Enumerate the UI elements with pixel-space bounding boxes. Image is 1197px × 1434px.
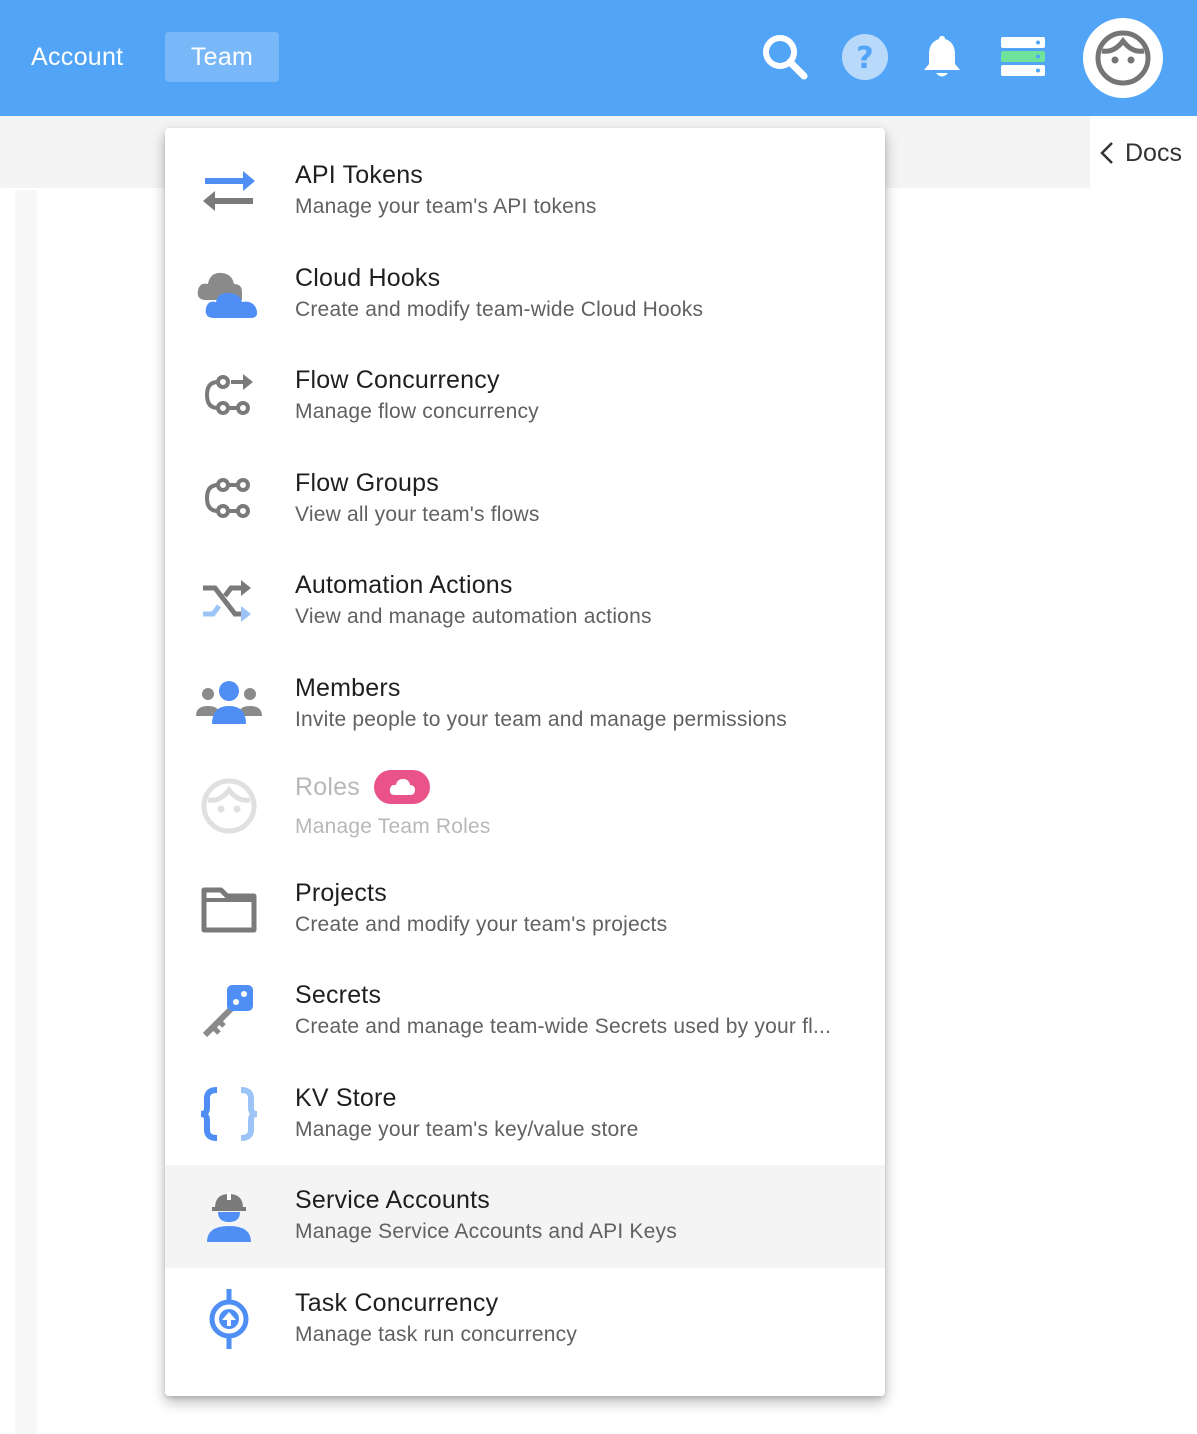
menu-item-subtitle: Manage your team's API tokens (295, 195, 597, 219)
menu-item-subtitle: Manage Team Roles (295, 815, 491, 839)
menu-item-title: Roles (295, 773, 360, 802)
nav-team-link[interactable]: Team (165, 32, 279, 82)
menu-item-subtitle: Manage flow concurrency (295, 400, 539, 424)
menu-item-automation-actions[interactable]: Automation Actions View and manage autom… (165, 550, 885, 653)
menu-item-title: Secrets (295, 981, 382, 1010)
menu-item-subtitle: Manage your team's key/value store (295, 1117, 639, 1141)
folder-icon (189, 874, 269, 944)
menu-item-roles: Roles Manage Team Roles (165, 755, 885, 858)
shuffle-icon (189, 566, 269, 636)
menu-item-subtitle: Manage task run concurrency (295, 1322, 578, 1346)
key-icon (189, 976, 269, 1046)
braces-icon (189, 1079, 269, 1149)
avatar[interactable] (1083, 18, 1163, 98)
cloud-badge (373, 770, 430, 805)
chevron-left-icon (1100, 142, 1113, 164)
menu-item-flow-concurrency[interactable]: Flow Concurrency Manage flow concurrency (165, 345, 885, 448)
menu-item-title: KV Store (295, 1083, 397, 1112)
docs-toggle[interactable]: Docs (1097, 130, 1182, 176)
menu-item-cloud-hooks[interactable]: Cloud Hooks Create and modify team-wide … (165, 243, 885, 346)
flow-groups-icon (189, 464, 269, 534)
menu-item-kv-store[interactable]: KV Store Manage your team's key/value st… (165, 1063, 885, 1166)
menu-item-title: Cloud Hooks (295, 263, 441, 292)
menu-item-secrets[interactable]: Secrets Create and manage team-wide Secr… (165, 960, 885, 1063)
menu-item-subtitle: Create and modify team-wide Cloud Hooks (295, 297, 704, 321)
menu-item-task-concurrency[interactable]: Task Concurrency Manage task run concurr… (165, 1268, 885, 1371)
left-panel-edge (15, 190, 37, 1434)
menu-item-title: Flow Concurrency (295, 366, 500, 395)
clouds-icon (189, 259, 269, 329)
menu-item-title: API Tokens (295, 161, 424, 190)
menu-item-title: Members (295, 673, 401, 702)
menu-item-title: Projects (295, 878, 387, 907)
top-navbar: Account Team ? (0, 0, 1197, 116)
menu-item-api-tokens[interactable]: API Tokens Manage your team's API tokens (165, 140, 885, 243)
bell-icon[interactable] (915, 30, 969, 84)
help-icon[interactable]: ? (838, 30, 892, 84)
face-icon (189, 771, 269, 841)
docs-label: Docs (1125, 138, 1182, 167)
menu-item-flow-groups[interactable]: Flow Groups View all your team's flows (165, 448, 885, 551)
team-dropdown-menu: API Tokens Manage your team's API tokens… (165, 128, 885, 1396)
cloud-badge-icon (389, 779, 415, 796)
menu-item-subtitle: View and manage automation actions (295, 605, 652, 629)
avatar-icon (1095, 30, 1151, 86)
menu-item-subtitle: View all your team's flows (295, 502, 540, 526)
menu-item-title: Task Concurrency (295, 1288, 499, 1317)
menu-item-title: Service Accounts (295, 1186, 490, 1215)
worker-icon (189, 1181, 269, 1251)
svg-text:?: ? (856, 41, 873, 76)
menu-item-subtitle: Manage Service Accounts and API Keys (295, 1220, 677, 1244)
search-icon[interactable] (758, 30, 812, 84)
menu-item-service-accounts[interactable]: Service Accounts Manage Service Accounts… (165, 1165, 885, 1268)
menu-item-projects[interactable]: Projects Create and modify your team's p… (165, 858, 885, 961)
menu-item-title: Flow Groups (295, 468, 439, 497)
menu-item-subtitle: Create and modify your team's projects (295, 912, 668, 936)
swap-arrows-icon (189, 156, 269, 226)
server-status-icon[interactable] (995, 30, 1049, 84)
nav-account-link[interactable]: Account (31, 32, 123, 82)
people-icon (189, 669, 269, 739)
menu-item-members[interactable]: Members Invite people to your team and m… (165, 653, 885, 756)
menu-item-subtitle: Invite people to your team and manage pe… (295, 707, 787, 731)
menu-item-title: Automation Actions (295, 571, 513, 600)
menu-item-subtitle: Create and manage team-wide Secrets used… (295, 1015, 832, 1039)
flow-concurrency-icon (189, 361, 269, 431)
task-concurrency-icon (189, 1284, 269, 1354)
